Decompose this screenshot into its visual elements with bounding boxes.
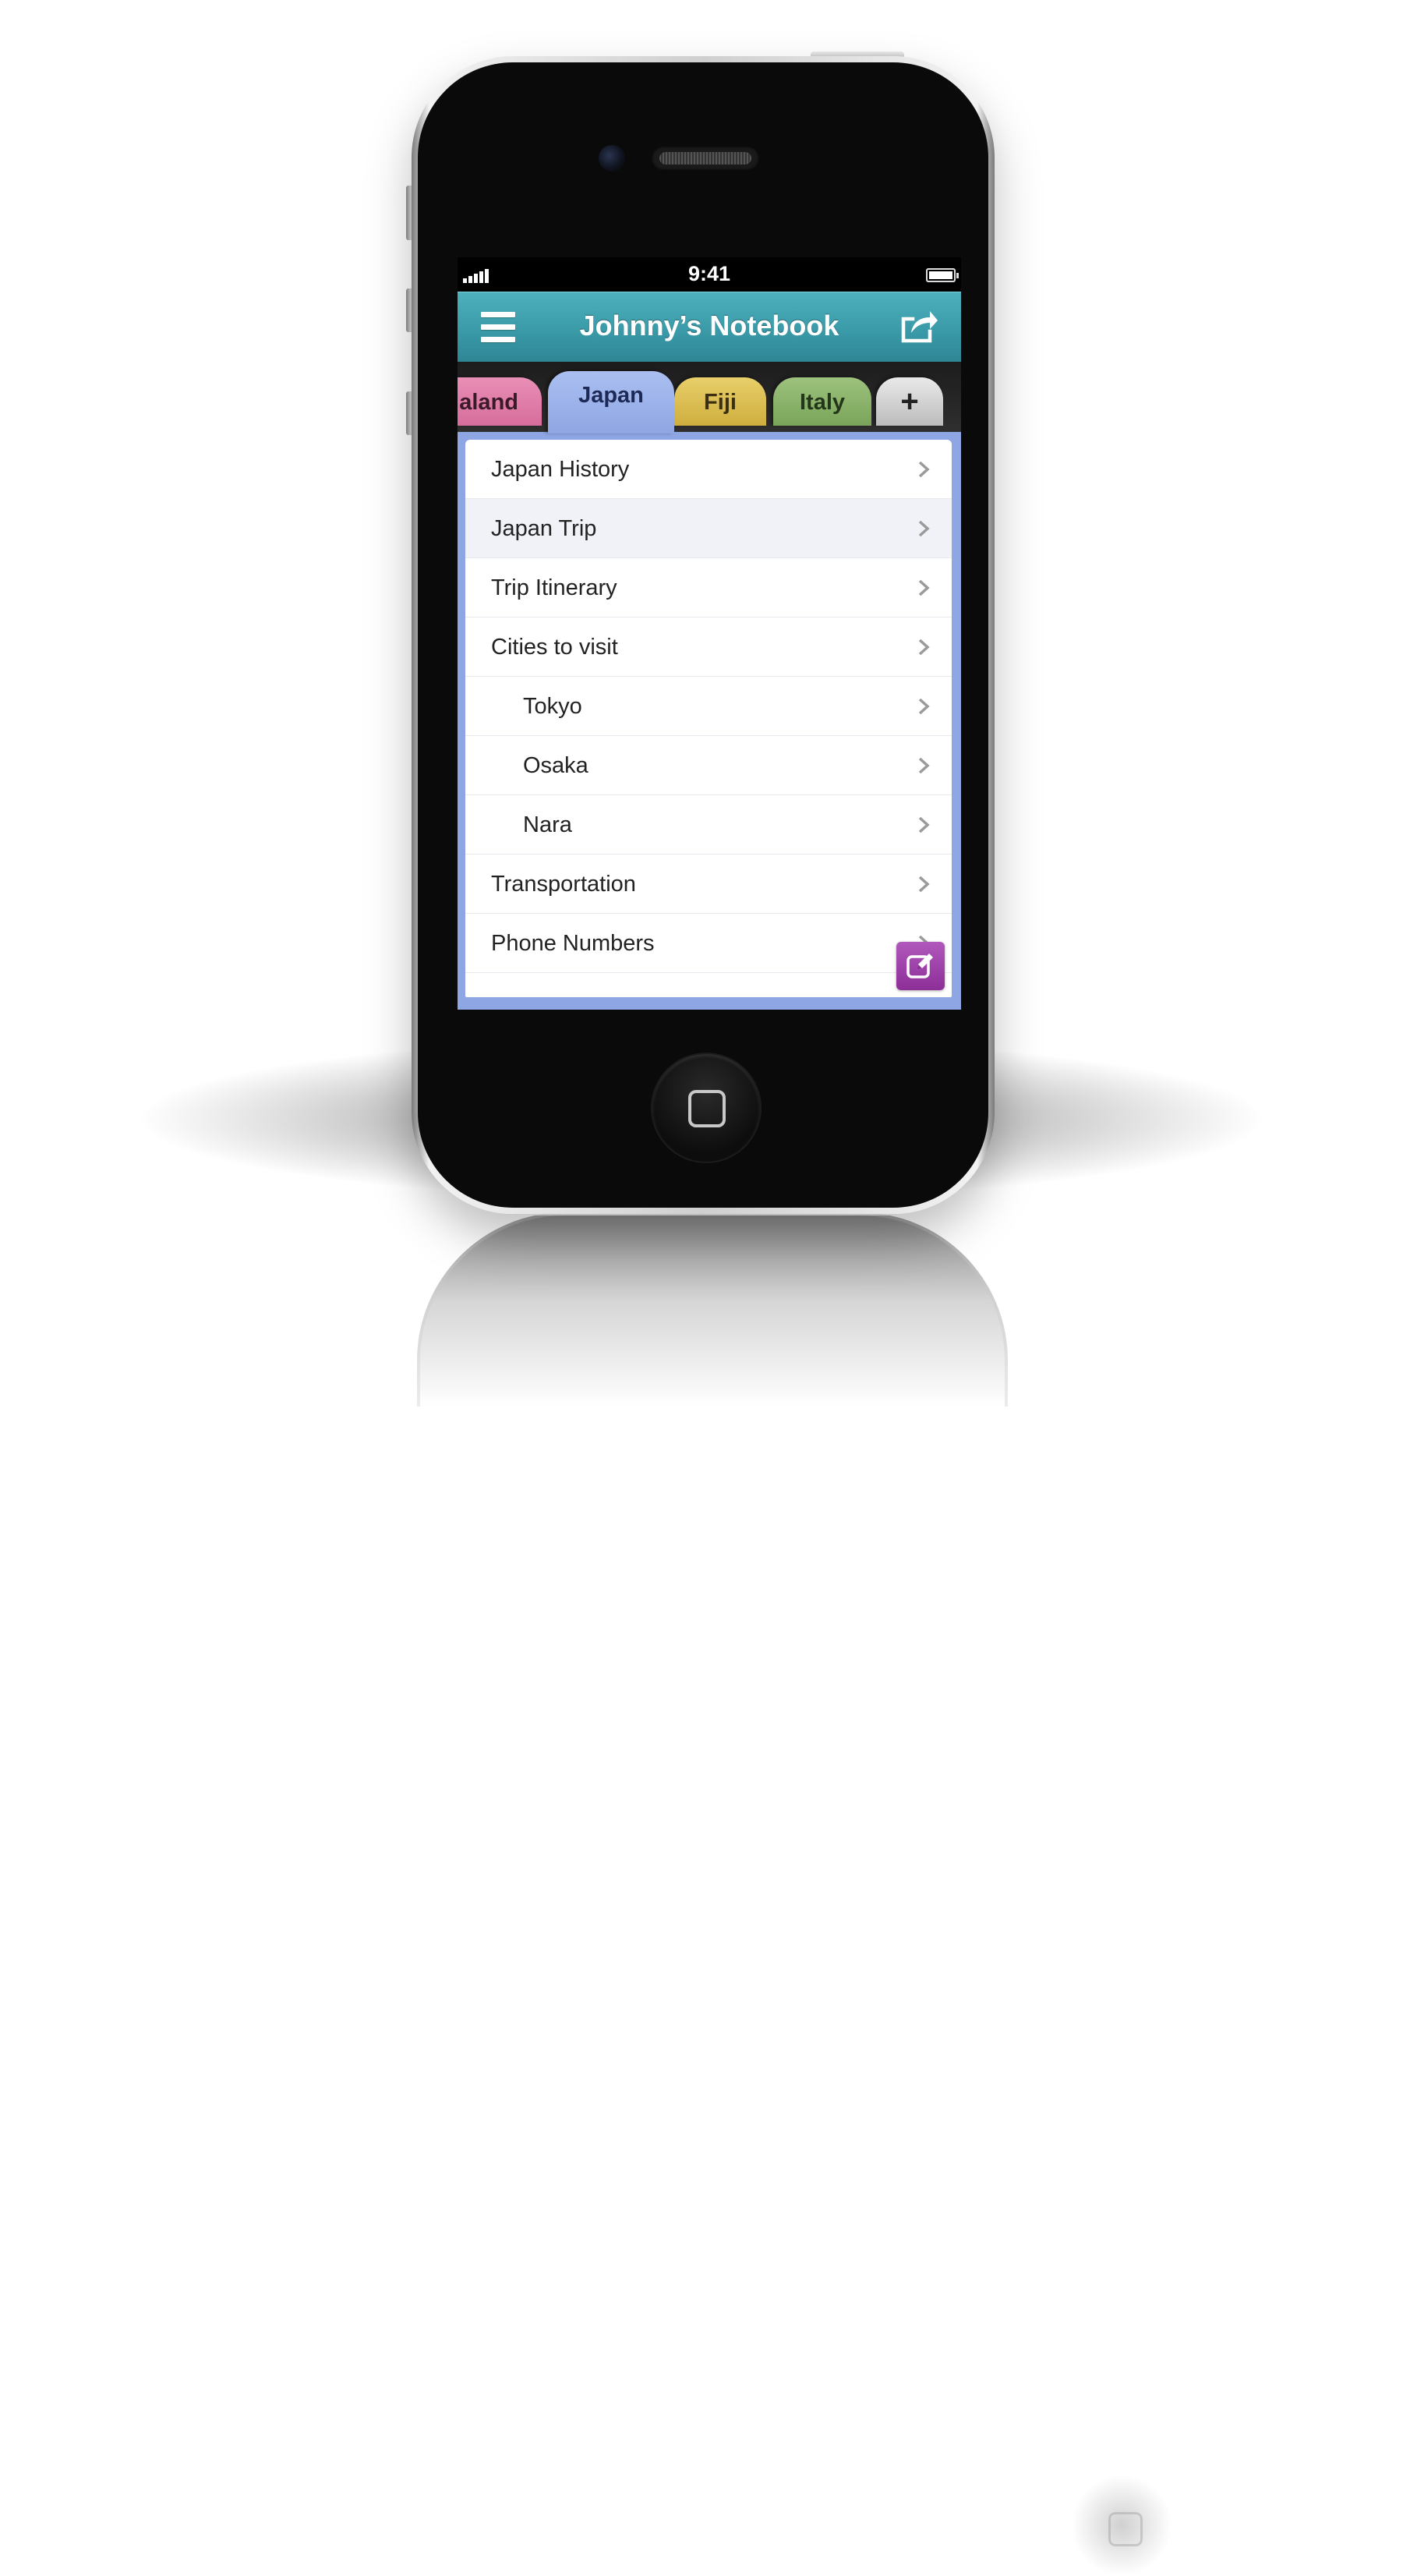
screen: 9:41 Johnny’s Notebook aland Fiji Italy … bbox=[458, 257, 961, 1010]
share-icon[interactable] bbox=[900, 308, 939, 344]
chevron-right-icon bbox=[918, 639, 930, 656]
page-title: Johnny’s Notebook bbox=[579, 310, 839, 341]
list-item[interactable]: Phone Numbers bbox=[465, 914, 952, 973]
navigation-bar: Johnny’s Notebook bbox=[458, 292, 961, 363]
phone-face: 9:41 Johnny’s Notebook aland Fiji Italy … bbox=[418, 62, 988, 1208]
chevron-right-icon bbox=[918, 461, 930, 478]
list-item[interactable]: Trip Itinerary bbox=[465, 558, 952, 617]
chevron-right-icon bbox=[918, 698, 930, 715]
reflection-home-square-icon bbox=[1108, 2512, 1143, 2546]
page-list: Japan History Japan Trip Trip Itinerary … bbox=[465, 440, 952, 997]
speaker-grill bbox=[659, 152, 751, 165]
tab-italy[interactable]: Italy bbox=[773, 377, 871, 426]
list-item[interactable]: Japan Trip bbox=[465, 499, 952, 558]
chevron-right-icon bbox=[918, 816, 930, 833]
list-item-label: Osaka bbox=[523, 753, 588, 778]
phone-reflection bbox=[417, 1212, 1172, 2576]
front-camera bbox=[599, 145, 625, 172]
list-item[interactable]: Japan History bbox=[465, 440, 952, 499]
list-item-label: Nara bbox=[523, 812, 572, 837]
chevron-right-icon bbox=[918, 876, 930, 893]
battery-icon bbox=[926, 268, 959, 282]
chevron-right-icon bbox=[918, 520, 930, 537]
tab-fiji[interactable]: Fiji bbox=[674, 377, 766, 426]
list-item[interactable]: Nara bbox=[465, 795, 952, 855]
tab-japan[interactable]: Japan bbox=[548, 371, 674, 433]
chevron-right-icon bbox=[918, 757, 930, 774]
list-item-label: Japan Trip bbox=[491, 516, 597, 541]
list-item[interactable]: Cities to visit bbox=[465, 617, 952, 677]
home-button[interactable] bbox=[652, 1054, 760, 1162]
add-tab-button[interactable]: + bbox=[876, 377, 943, 426]
tab-panel: Japan History Japan Trip Trip Itinerary … bbox=[458, 432, 961, 1010]
list-item-label: Tokyo bbox=[523, 694, 582, 719]
notebook-tabs: aland Fiji Italy + Japan bbox=[458, 362, 961, 433]
list-item-label: Phone Numbers bbox=[491, 931, 655, 956]
compose-edit-icon bbox=[906, 954, 933, 978]
hamburger-menu-icon[interactable] bbox=[481, 312, 515, 343]
status-bar: 9:41 bbox=[458, 257, 961, 292]
list-item-label: Cities to visit bbox=[491, 635, 618, 660]
status-time: 9:41 bbox=[687, 262, 731, 285]
home-square-icon bbox=[688, 1090, 726, 1127]
list-item-label: Japan History bbox=[491, 457, 630, 482]
chevron-right-icon bbox=[918, 579, 930, 596]
list-item-label: Trip Itinerary bbox=[491, 575, 617, 600]
list-item-label: Transportation bbox=[491, 872, 636, 897]
list-item[interactable]: Tokyo bbox=[465, 677, 952, 736]
list-item[interactable]: Transportation bbox=[465, 855, 952, 914]
phone-body: 9:41 Johnny’s Notebook aland Fiji Italy … bbox=[412, 56, 995, 1214]
compose-button[interactable] bbox=[896, 942, 945, 990]
tab-new-zealand[interactable]: aland bbox=[458, 377, 542, 426]
earpiece-speaker bbox=[652, 147, 759, 170]
list-item[interactable]: Osaka bbox=[465, 736, 952, 795]
